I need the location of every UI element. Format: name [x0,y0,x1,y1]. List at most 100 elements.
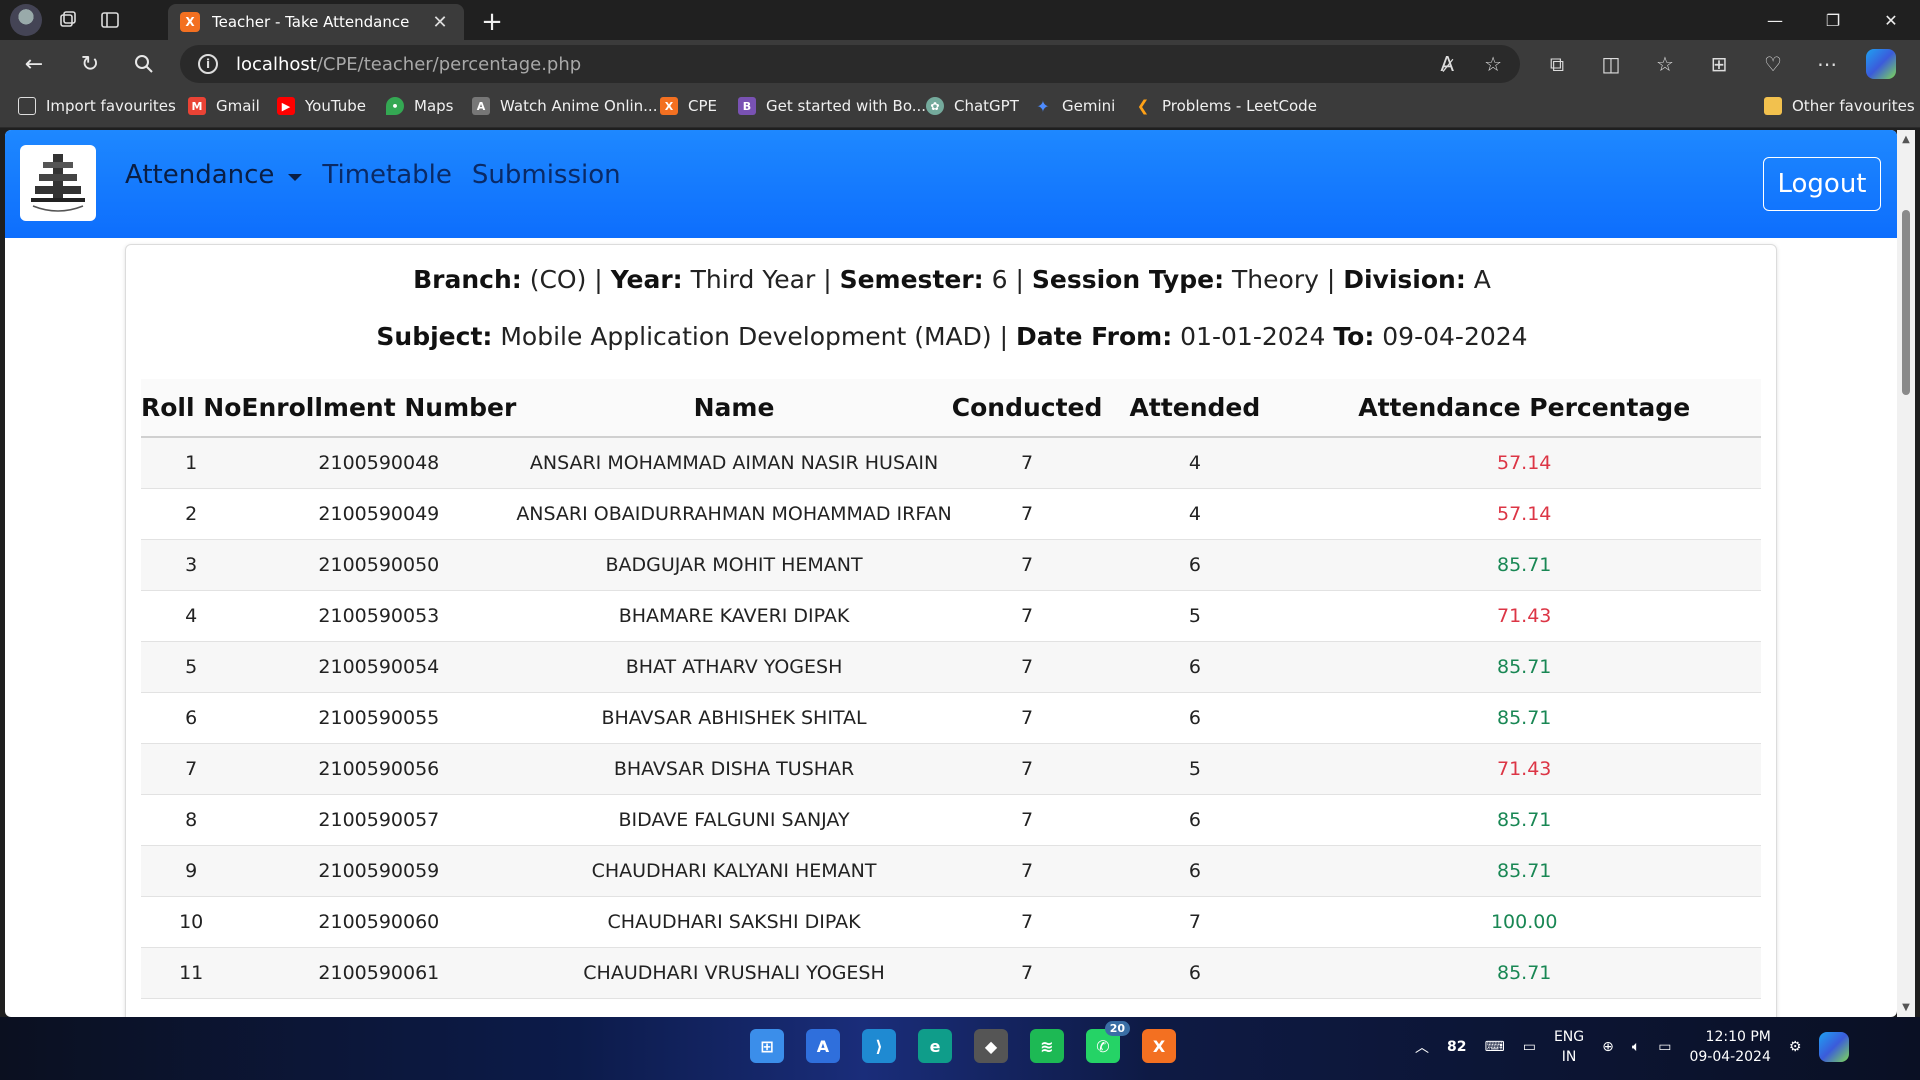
display-icon[interactable]: ▭ [1523,1039,1536,1055]
bookmark-chatgpt[interactable]: ✿ ChatGPT [926,97,1019,115]
close-tab-icon[interactable]: ✕ [428,12,452,33]
close-window-icon[interactable]: ✕ [1862,0,1920,40]
attended-cell: 7 [1102,896,1288,948]
split-screen-icon[interactable]: ◫ [1594,48,1628,80]
enrollment-cell: 2100590060 [241,896,517,948]
enrollment-cell: 2100590055 [241,692,517,744]
favourite-star-icon[interactable]: ☆ [1484,52,1502,76]
roll-no-cell: 7 [141,743,242,795]
keyboard-icon[interactable]: ⌨ [1484,1039,1504,1055]
restore-icon[interactable]: ❐ [1804,0,1862,40]
date-from-value: 01-01-2024 [1180,322,1326,351]
table-row: 10 2100590060 CHAUDHARI SAKSHI DIPAK 7 7 100.… [141,896,1761,948]
whatsapp-icon[interactable]: ✆ 20 [1086,1021,1130,1063]
new-tab-icon[interactable]: + [476,6,508,38]
attendance-table: Roll No Enrollment Number Name Conducted… [141,379,1761,999]
bookmark-label: Gmail [216,97,260,115]
clock[interactable]: 12:10 PM 09-04-2024 [1689,1027,1770,1067]
volume-icon[interactable]: 🔈︎ [1632,1039,1640,1055]
conducted-cell: 7 [951,488,1103,540]
copilot-taskbar-icon[interactable] [1819,1032,1850,1062]
search-icon[interactable] [126,48,162,80]
roll-no-cell: 4 [141,590,242,642]
nav-submission[interactable]: Submission [472,160,621,190]
url-path: /CPE/teacher/percentage.php [316,53,582,75]
site-info-icon[interactable]: i [198,54,218,74]
student-name-cell: ANSARI MOHAMMAD AIMAN NASIR HUSAIN [516,437,952,489]
address-bar[interactable]: i localhost/CPE/teacher/percentage.php A… [180,45,1520,83]
bookmark-label: Problems - LeetCode [1162,97,1317,115]
favourites-icon[interactable]: ☆ [1648,48,1682,80]
bookmark-gemini[interactable]: ✦ Gemini [1034,97,1115,116]
bookmark-gmail[interactable]: M Gmail [188,97,260,115]
table-row: 7 2100590056 BHAVSAR DISHA TUSHAR 7 5 71.43 [141,743,1761,795]
scroll-down-icon[interactable]: ▼ [1901,1002,1911,1013]
network-globe-icon[interactable]: ⊕ [1602,1039,1614,1055]
logout-button[interactable]: Logout [1763,157,1881,211]
bookmark-cpe[interactable]: X CPE [660,97,717,115]
bookmark-youtube[interactable]: ▶ YouTube [277,97,366,115]
profile-avatar[interactable] [10,4,42,36]
bookmark-label: Watch Anime Onlin... [500,97,658,115]
app-store-icon[interactable]: A [806,1029,840,1063]
bookmark-bootstrap[interactable]: B Get started with Bo... [738,97,926,115]
bookmark-other-favourites[interactable]: Other favourites [1764,97,1915,115]
percentage-cell: 85.71 [1287,539,1761,591]
unity-icon[interactable]: ◆ [974,1029,1008,1063]
percentage-cell: 85.71 [1287,947,1761,999]
enrollment-cell: 2100590050 [241,539,517,591]
percentage-cell: 57.14 [1287,488,1761,540]
collections-icon[interactable]: ⊞ [1702,48,1736,80]
table-row: 3 2100590050 BADGUJAR MOHIT HEMANT 7 6 85.71 [141,539,1761,591]
xampp-icon[interactable]: X [1142,1029,1176,1063]
table-row: 5 2100590054 BHAT ATHARV YOGESH 7 6 85.71 [141,641,1761,693]
minimize-icon[interactable]: — [1746,0,1804,40]
nav-attendance-dropdown[interactable]: Attendance [125,160,303,190]
bookmark-leetcode[interactable]: ❮ Problems - LeetCode [1134,97,1317,115]
header-roll-no: Roll No [141,379,242,438]
spotify-icon[interactable]: ≋ [1030,1029,1064,1063]
extensions-icon[interactable]: ⧉ [1540,48,1574,80]
copilot-icon[interactable] [1864,48,1898,80]
language-indicator[interactable]: ENG IN [1554,1027,1584,1067]
language-code: ENG [1553,1029,1585,1045]
browser-tab-active[interactable]: X Teacher - Take Attendance ✕ [168,4,464,40]
browser-titlebar: X Teacher - Take Attendance ✕ + — ❐ ✕ [0,0,1920,40]
notification-settings-icon[interactable]: ⚙ [1789,1039,1802,1055]
windows-taskbar: ⊞ A ⟩ e ◆ ≋ ✆ 20 X ︿ 82 ⌨ ▭ ENG IN ⊕ 🔈︎ ▭ 12:10 … [0,1017,1920,1080]
attendance-card: Branch: (CO) | Year: Third Year | Semest… [125,244,1777,1017]
scroll-up-icon[interactable]: ▲ [1901,134,1911,145]
page-scrollbar[interactable]: ▲ ▼ [1897,130,1915,1017]
windows-start-icon[interactable]: ⊞ [750,1029,784,1063]
conducted-cell: 7 [951,692,1103,744]
nav-timetable[interactable]: Timetable [322,160,451,190]
enrollment-cell: 2100590059 [241,845,517,897]
battery-icon[interactable]: ▭ [1658,1039,1671,1055]
vscode-icon[interactable]: ⟩ [862,1029,896,1063]
table-row: 11 2100590061 CHAUDHARI VRUSHALI YOGESH 7 6 8… [141,947,1761,999]
url-host: localhost [236,53,317,75]
browser-essentials-icon[interactable]: ♡ [1756,48,1790,80]
workspaces-icon[interactable] [52,4,84,36]
college-logo[interactable] [20,145,96,221]
roll-no-cell: 1 [141,437,242,489]
refresh-icon[interactable]: ↻ [72,48,108,80]
bookmark-maps[interactable]: • Maps [386,97,453,115]
page-viewport: Attendance Timetable Submission Logout B… [5,130,1897,1017]
bookmark-import-favourites[interactable]: Import favourites [18,97,176,115]
tab-title: Teacher - Take Attendance [212,13,410,31]
edge-icon[interactable]: e [918,1029,952,1063]
back-arrow-icon[interactable]: ← [16,48,52,80]
table-row: 6 2100590055 BHAVSAR ABHISHEK SHITAL 7 6 85.7… [141,692,1761,744]
scroll-thumb[interactable] [1902,210,1910,395]
bookmark-anime[interactable]: A Watch Anime Onlin... [472,97,657,115]
enrollment-cell: 2100590061 [241,947,517,999]
more-menu-icon[interactable]: ⋯ [1810,48,1844,80]
header-name: Name [516,379,952,438]
chevron-up-icon[interactable]: ︿ [1415,1037,1429,1057]
read-aloud-icon[interactable]: A̷ [1440,52,1454,76]
temperature-readout[interactable]: 82 [1447,1039,1466,1055]
clock-time: 12:10 PM [1705,1029,1771,1045]
branch-value: (CO) [529,265,587,294]
tab-actions-icon[interactable] [94,4,126,36]
